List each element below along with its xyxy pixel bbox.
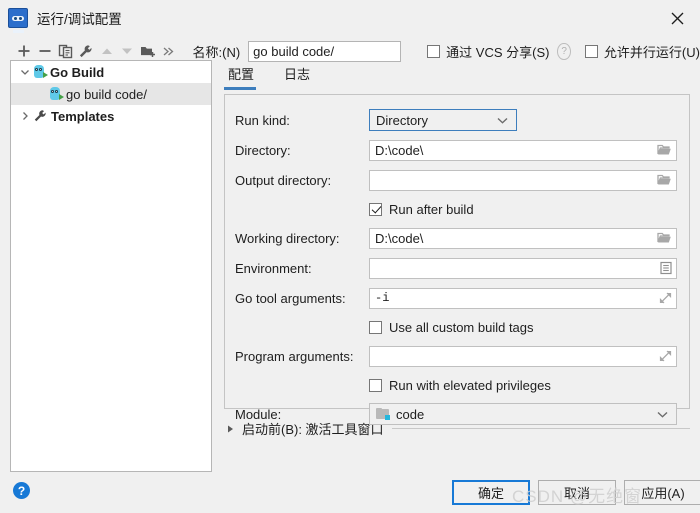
program-arguments-input[interactable] [369, 345, 677, 367]
window-title: 运行/调试配置 [37, 12, 122, 27]
output-directory-input[interactable] [369, 169, 677, 191]
run-elevated-checkbox-box[interactable] [369, 378, 382, 392]
title-bar: 运行/调试配置 [0, 0, 700, 36]
editor-tabs: 配置 日志 [224, 62, 690, 90]
environment-input[interactable] [369, 257, 677, 279]
configuration-panel: Run kind: Directory Directory: D:\code\ [224, 94, 690, 425]
list-edit-icon[interactable] [660, 261, 672, 275]
field-output-directory: Output directory: [235, 169, 677, 191]
go-tool-arguments-input[interactable]: -i [369, 287, 677, 309]
share-vcs-checkbox-box[interactable] [427, 44, 441, 58]
working-directory-label: Working directory: [235, 230, 340, 246]
cancel-button[interactable]: 取消 [538, 480, 616, 505]
tab-configuration[interactable]: 配置 [224, 62, 264, 90]
run-kind-dropdown[interactable]: Directory [369, 109, 517, 131]
apply-button[interactable]: 应用(A) [624, 480, 700, 505]
go-run-icon [49, 87, 64, 101]
output-directory-label: Output directory: [235, 172, 332, 188]
dialog-footer: ? 确定 取消 应用(A) CSDN @无绝窗 [0, 471, 700, 513]
directory-input[interactable]: D:\code\ [369, 139, 677, 161]
tab-logs[interactable]: 日志 [280, 62, 320, 89]
directory-label: Directory: [235, 142, 291, 158]
tree-item-label: Go Build [50, 64, 105, 80]
environment-label: Environment: [235, 260, 312, 276]
checkbox-use-custom-build-tags[interactable]: Use all custom build tags [235, 317, 677, 337]
tree-item-templates[interactable]: Templates [11, 105, 211, 127]
field-go-tool-arguments: Go tool arguments: -i [235, 287, 677, 309]
go-run-icon [33, 65, 48, 79]
run-kind-label: Run kind: [235, 112, 290, 128]
working-directory-input[interactable]: D:\code\ [369, 227, 677, 249]
working-directory-value: D:\code\ [375, 230, 424, 246]
configurations-tree[interactable]: Go Build go build code/ Templates [10, 60, 212, 472]
go-tool-arguments-label: Go tool arguments: [235, 290, 346, 306]
go-tool-arguments-value: -i [375, 291, 390, 305]
use-custom-build-tags-label: Use all custom build tags [389, 319, 534, 335]
module-folder-icon [376, 408, 390, 420]
checkbox-run-elevated[interactable]: Run with elevated privileges [235, 375, 677, 395]
allow-parallel-label: 允许并行运行(U) [603, 44, 700, 60]
folder-open-icon[interactable] [657, 232, 672, 245]
run-after-build-label: Run after build [389, 201, 474, 217]
run-elevated-label: Run with elevated privileges [389, 377, 551, 393]
tree-item-label: go build code/ [66, 86, 147, 102]
field-run-kind: Run kind: Directory [235, 109, 677, 131]
share-vcs-checkbox[interactable]: 通过 VCS 分享(S) [427, 42, 549, 61]
module-value: code [396, 406, 425, 422]
help-icon[interactable]: ? [13, 482, 30, 499]
directory-value: D:\code\ [375, 142, 424, 158]
wrench-icon [33, 109, 48, 123]
chevron-right-icon[interactable] [17, 111, 33, 121]
chevron-down-icon[interactable] [497, 113, 508, 128]
checkbox-run-after-build[interactable]: Run after build [235, 199, 677, 219]
field-program-arguments: Program arguments: [235, 345, 677, 367]
allow-parallel-checkbox-box[interactable] [584, 44, 598, 58]
tree-item-go-build-code[interactable]: go build code/ [11, 83, 211, 105]
share-vcs-label: 通过 VCS 分享(S) [446, 44, 550, 60]
expand-icon[interactable] [659, 350, 672, 363]
run-after-build-checkbox-box[interactable] [369, 202, 382, 216]
chevron-down-icon[interactable] [17, 67, 33, 77]
module-dropdown[interactable]: code [369, 403, 677, 425]
run-kind-value: Directory [376, 112, 429, 128]
use-custom-build-tags-checkbox-box[interactable] [369, 320, 382, 334]
ok-button[interactable]: 确定 [452, 480, 530, 505]
tree-item-go-build[interactable]: Go Build [11, 61, 211, 83]
allow-parallel-checkbox[interactable]: 允许并行运行(U) [584, 42, 700, 61]
configuration-editor: 配置 日志 Run kind: Directory Directory: D:\… [224, 62, 690, 438]
tree-item-label: Templates [51, 108, 115, 124]
close-icon[interactable] [654, 0, 700, 36]
field-environment: Environment: [235, 257, 677, 279]
field-directory: Directory: D:\code\ [235, 139, 677, 161]
share-vcs-help-icon[interactable]: ? [557, 42, 571, 60]
program-arguments-label: Program arguments: [235, 348, 354, 364]
go-logo-icon [8, 8, 28, 33]
expand-icon[interactable] [659, 292, 672, 305]
folder-open-icon[interactable] [657, 144, 672, 157]
before-launch-label: 启动前(B): 激活工具窗口 [242, 422, 384, 437]
name-label: 名称:(N) [192, 44, 241, 60]
name-input[interactable] [248, 40, 402, 62]
chevron-down-icon[interactable] [657, 407, 668, 422]
field-working-directory: Working directory: D:\code\ [235, 227, 677, 249]
folder-open-icon[interactable] [657, 174, 672, 187]
before-launch-divider [391, 428, 690, 429]
triangle-right-icon[interactable] [226, 424, 235, 434]
